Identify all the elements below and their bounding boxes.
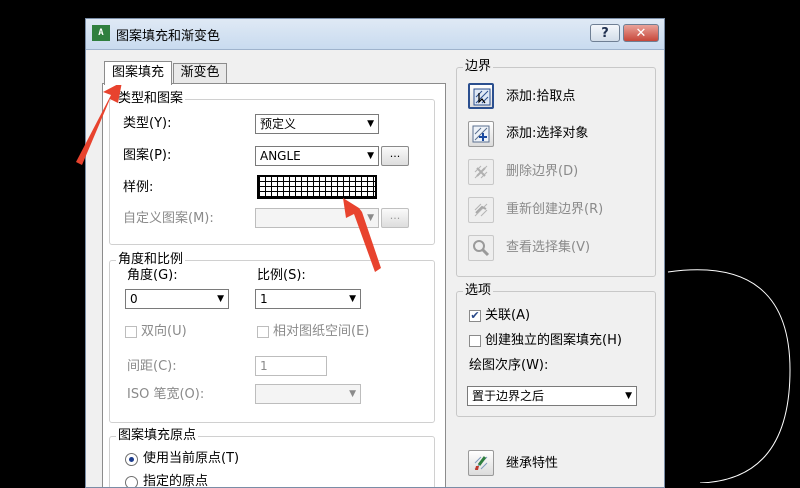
remove-boundaries-button[interactable] (468, 159, 494, 185)
tab-hatch[interactable]: 图案填充 (104, 61, 172, 85)
specified-origin-radio[interactable] (125, 476, 138, 487)
chevron-down-icon: ▼ (349, 389, 356, 399)
group-title-type-pattern: 类型和图案 (116, 91, 186, 107)
recreate-boundary-button[interactable] (468, 197, 494, 223)
spacing-input[interactable]: 1 (255, 356, 327, 376)
pattern-browse-button[interactable]: ... (381, 146, 409, 166)
draw-order-label: 绘图次序(W): (469, 358, 549, 373)
chevron-down-icon: ▼ (367, 151, 374, 161)
spacing-value: 1 (260, 359, 268, 373)
use-current-origin-radio[interactable] (125, 453, 138, 466)
separate-hatches-label: 创建独立的图案填充(H) (485, 333, 622, 348)
white-arc-decoration (667, 269, 791, 483)
hatch-tab-panel: 类型和图案 类型(Y): 预定义 ▼ 图案(P): ANGLE ▼ ... 样例… (102, 83, 446, 488)
iso-pen-width-label: ISO 笔宽(O): (127, 387, 205, 402)
view-selections-label[interactable]: 查看选择集(V) (506, 240, 590, 256)
spacing-label: 间距(C): (127, 359, 177, 374)
group-title-options: 选项 (463, 283, 494, 299)
group-title-origin: 图案填充原点 (116, 428, 199, 444)
app-icon: A (92, 25, 110, 41)
view-selections-button[interactable] (468, 235, 494, 261)
chevron-down-icon: ▼ (367, 213, 374, 223)
remove-boundaries-label[interactable]: 删除边界(D) (506, 164, 578, 180)
custom-pattern-browse-button[interactable]: ... (381, 208, 409, 228)
recreate-boundary-label[interactable]: 重新创建边界(R) (506, 202, 603, 218)
double-checkbox[interactable] (125, 326, 137, 338)
use-current-origin-label: 使用当前原点(T) (143, 451, 240, 466)
sample-label: 样例: (123, 180, 154, 195)
draw-order-value: 置于边界之后 (472, 389, 545, 403)
pattern-label: 图案(P): (123, 148, 172, 163)
chevron-down-icon: ▼ (625, 391, 632, 401)
separate-hatches-checkbox[interactable] (469, 335, 481, 347)
pattern-value: ANGLE (260, 149, 301, 163)
draw-order-select[interactable]: 置于边界之后 ▼ (467, 386, 637, 406)
associative-label: 关联(A) (485, 308, 531, 323)
angle-label: 角度(G): (127, 268, 178, 283)
associative-checkbox[interactable]: ✔ (469, 310, 481, 322)
type-select[interactable]: 预定义 ▼ (255, 114, 379, 134)
specified-origin-label: 指定的原点 (143, 474, 209, 488)
scale-select[interactable]: 1 ▼ (255, 289, 361, 309)
group-title-boundaries: 边界 (463, 59, 494, 75)
type-value: 预定义 (260, 117, 297, 131)
title-bar: A 图案填充和渐变色 ? ✕ (86, 19, 664, 50)
group-title-angle-scale: 角度和比例 (116, 252, 186, 268)
recreate-boundary-icon (474, 203, 488, 217)
pick-points-icon (473, 88, 491, 106)
tab-gradient[interactable]: 渐变色 (173, 63, 227, 83)
select-objects-button[interactable] (468, 121, 494, 147)
help-button[interactable]: ? (590, 24, 620, 42)
select-objects-label[interactable]: 添加:选择对象 (506, 126, 588, 142)
chevron-down-icon: ▼ (349, 294, 356, 304)
select-objects-icon (472, 125, 490, 143)
chevron-down-icon: ▼ (367, 119, 374, 129)
inherit-properties-label[interactable]: 继承特性 (506, 456, 558, 472)
pattern-select[interactable]: ANGLE ▼ (255, 146, 379, 166)
pattern-sample-swatch[interactable] (257, 175, 377, 199)
relative-paper-space-label: 相对图纸空间(E) (273, 324, 370, 339)
paintbrush-icon (474, 456, 488, 470)
type-label: 类型(Y): (123, 116, 172, 131)
iso-pen-width-select[interactable]: ▼ (255, 384, 361, 404)
angle-value: 0 (130, 292, 138, 306)
scale-value: 1 (260, 292, 268, 306)
hatch-dialog: A 图案填充和渐变色 ? ✕ 图案填充 渐变色 类型和图案 类型(Y): 预定义… (85, 18, 665, 488)
custom-pattern-label: 自定义图案(M): (123, 211, 214, 226)
inherit-properties-button[interactable] (468, 450, 494, 476)
pick-points-button[interactable] (468, 83, 494, 109)
remove-boundaries-icon (474, 165, 488, 179)
custom-pattern-select[interactable]: ▼ (255, 208, 379, 228)
pick-points-label[interactable]: 添加:拾取点 (506, 89, 575, 105)
chevron-down-icon: ▼ (217, 294, 224, 304)
scale-label: 比例(S): (257, 268, 306, 283)
angle-select[interactable]: 0 ▼ (125, 289, 229, 309)
double-label: 双向(U) (141, 324, 187, 339)
view-selections-icon (473, 240, 490, 257)
close-button[interactable]: ✕ (623, 24, 659, 42)
window-title: 图案填充和渐变色 (116, 29, 221, 44)
relative-paper-space-checkbox[interactable] (257, 326, 269, 338)
